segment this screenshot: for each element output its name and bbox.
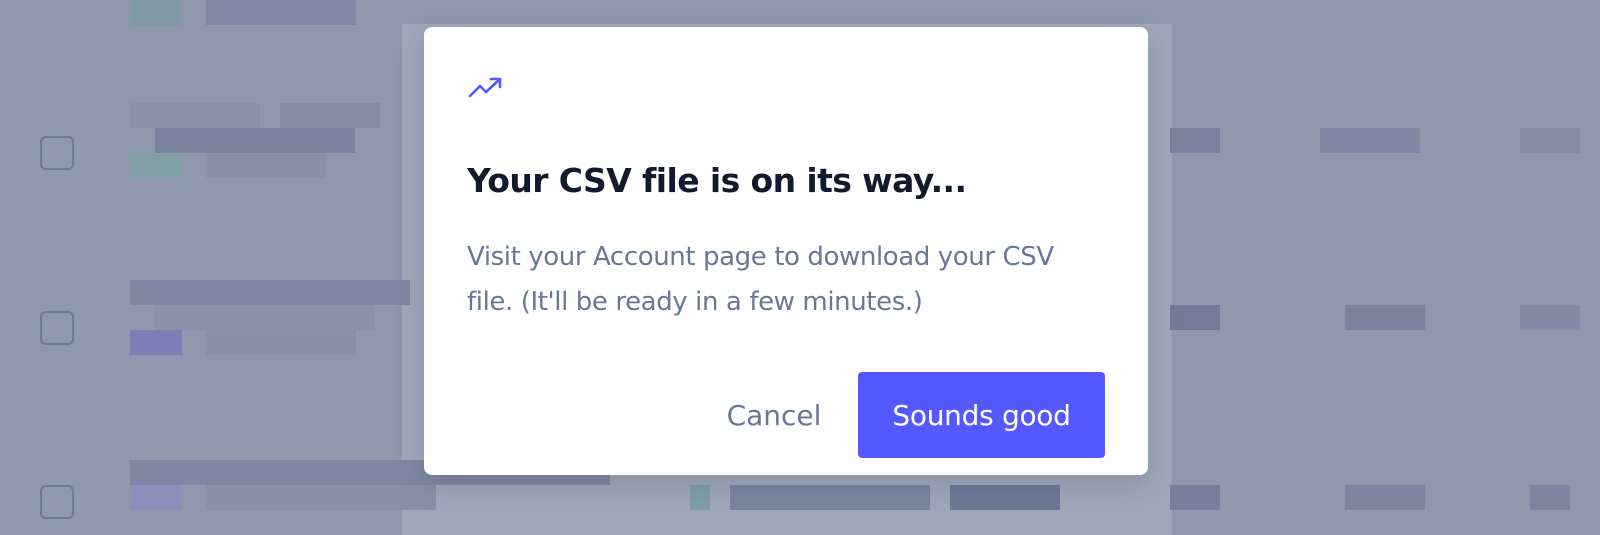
row-checkbox[interactable] — [40, 136, 74, 170]
cancel-button[interactable]: Cancel — [694, 372, 854, 458]
export-csv-dialog: Your CSV file is on its way... Visit you… — [424, 27, 1148, 475]
row-checkbox[interactable] — [40, 485, 74, 519]
trending-up-icon — [468, 75, 504, 101]
dialog-message: Visit your Account page to download your… — [467, 242, 1054, 317]
sounds-good-button[interactable]: Sounds good — [858, 372, 1105, 458]
dialog-title: Your CSV file is on its way... — [467, 161, 967, 200]
row-checkbox[interactable] — [40, 311, 74, 345]
